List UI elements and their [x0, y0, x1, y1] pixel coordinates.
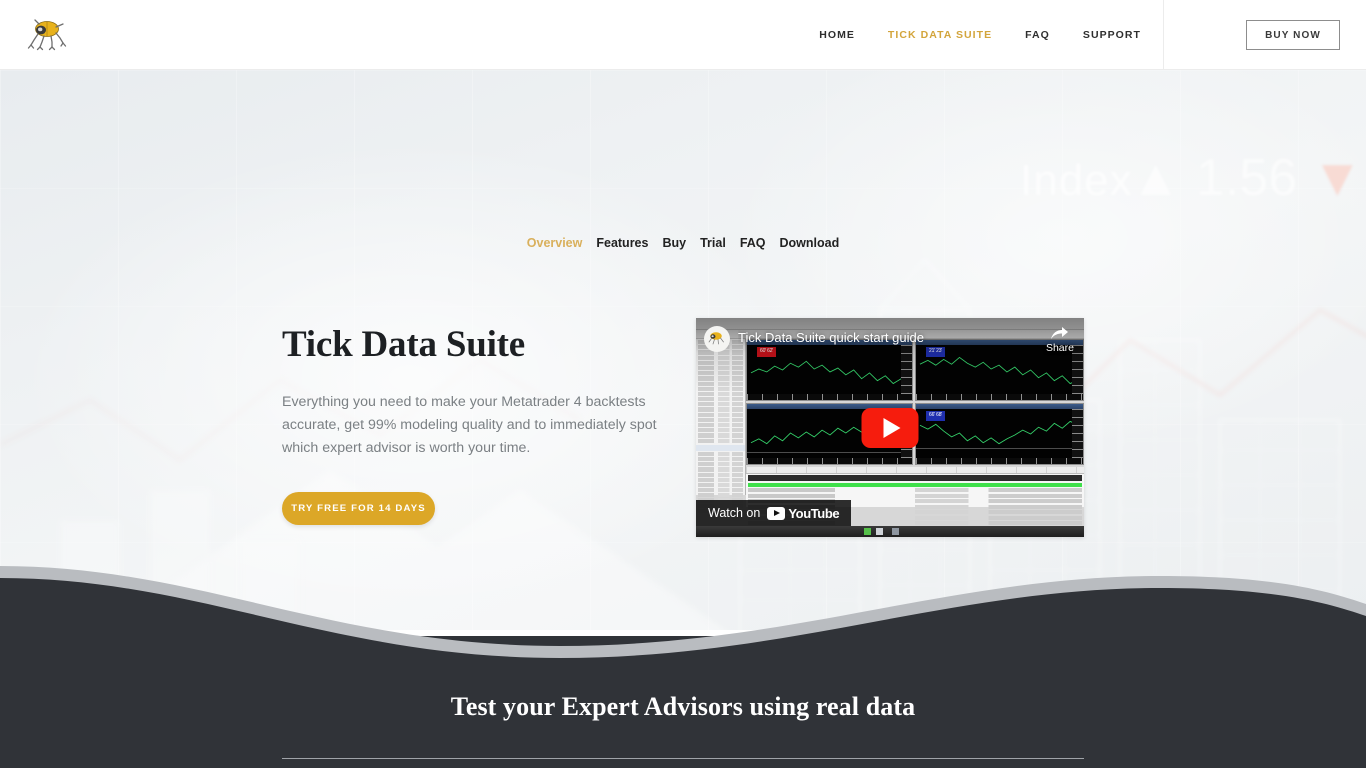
play-triangle-icon [883, 417, 901, 438]
site-logo[interactable] [26, 14, 72, 56]
play-button[interactable] [861, 407, 919, 448]
subnav-item-features[interactable]: Features [593, 236, 651, 250]
nav-item-support[interactable]: SUPPORT [1083, 29, 1141, 41]
youtube-play-icon [767, 506, 786, 520]
hero-section: Index ▲ 1.56 ▼ 0.78 Overview Features Bu… [0, 70, 1366, 630]
background-down-value: ▼ 0.78 [1311, 149, 1366, 207]
section-heading: Test your Expert Advisors using real dat… [450, 692, 916, 721]
watch-on-label: Watch on [708, 506, 761, 520]
subnav-item-faq[interactable]: FAQ [737, 236, 769, 250]
try-free-button[interactable]: TRY FREE FOR 14 DAYS [282, 491, 435, 525]
beetle-avatar-icon [708, 332, 724, 345]
hero-subtitle: Everything you need to make your Metatra… [282, 393, 657, 456]
primary-navigation: HOME TICK DATA SUITE FAQ SUPPORT [819, 0, 1141, 70]
wave-divider [0, 566, 1366, 658]
youtube-logo: YouTube [767, 505, 840, 521]
buy-now-button[interactable]: BUY NOW [1246, 20, 1340, 50]
nav-item-faq[interactable]: FAQ [1025, 29, 1050, 41]
section-subnavigation: Overview Features Buy Trial FAQ Download [0, 236, 1366, 250]
background-index-label: Index [1020, 156, 1133, 205]
video-player[interactable]: 60' 62' 21' 23' [696, 318, 1084, 537]
watch-on-youtube-button[interactable]: Watch on YouTube [696, 500, 852, 526]
page-title: Tick Data Suite [282, 324, 526, 365]
beetle-logo-icon [27, 19, 67, 51]
nav-item-home[interactable]: HOME [819, 29, 855, 41]
subnav-item-trial[interactable]: Trial [697, 236, 729, 250]
video-title[interactable]: Tick Data Suite quick start guide [738, 330, 1018, 346]
subnav-item-download[interactable]: Download [777, 236, 843, 250]
hero-copy: Tick Data Suite Everything you need to m… [282, 324, 672, 525]
share-icon [1051, 327, 1069, 339]
hero-background: Index ▲ 1.56 ▼ 0.78 [0, 70, 1366, 630]
channel-avatar[interactable] [704, 326, 730, 352]
share-label: Share [1045, 342, 1074, 354]
section-divider [282, 758, 1084, 759]
background-quote-values: ▲ 1.56 ▼ 0.78 [1130, 148, 1366, 208]
background-up-value: ▲ 1.56 [1130, 149, 1298, 207]
site-header: HOME TICK DATA SUITE FAQ SUPPORT BUY NOW [0, 0, 1366, 70]
header-divider [1163, 0, 1164, 70]
nav-item-tick-data-suite[interactable]: TICK DATA SUITE [888, 29, 992, 41]
subnav-item-buy[interactable]: Buy [659, 236, 689, 250]
youtube-wordmark: YouTube [788, 505, 840, 521]
share-button[interactable]: Share [1046, 327, 1074, 354]
subnav-item-overview[interactable]: Overview [524, 236, 586, 250]
